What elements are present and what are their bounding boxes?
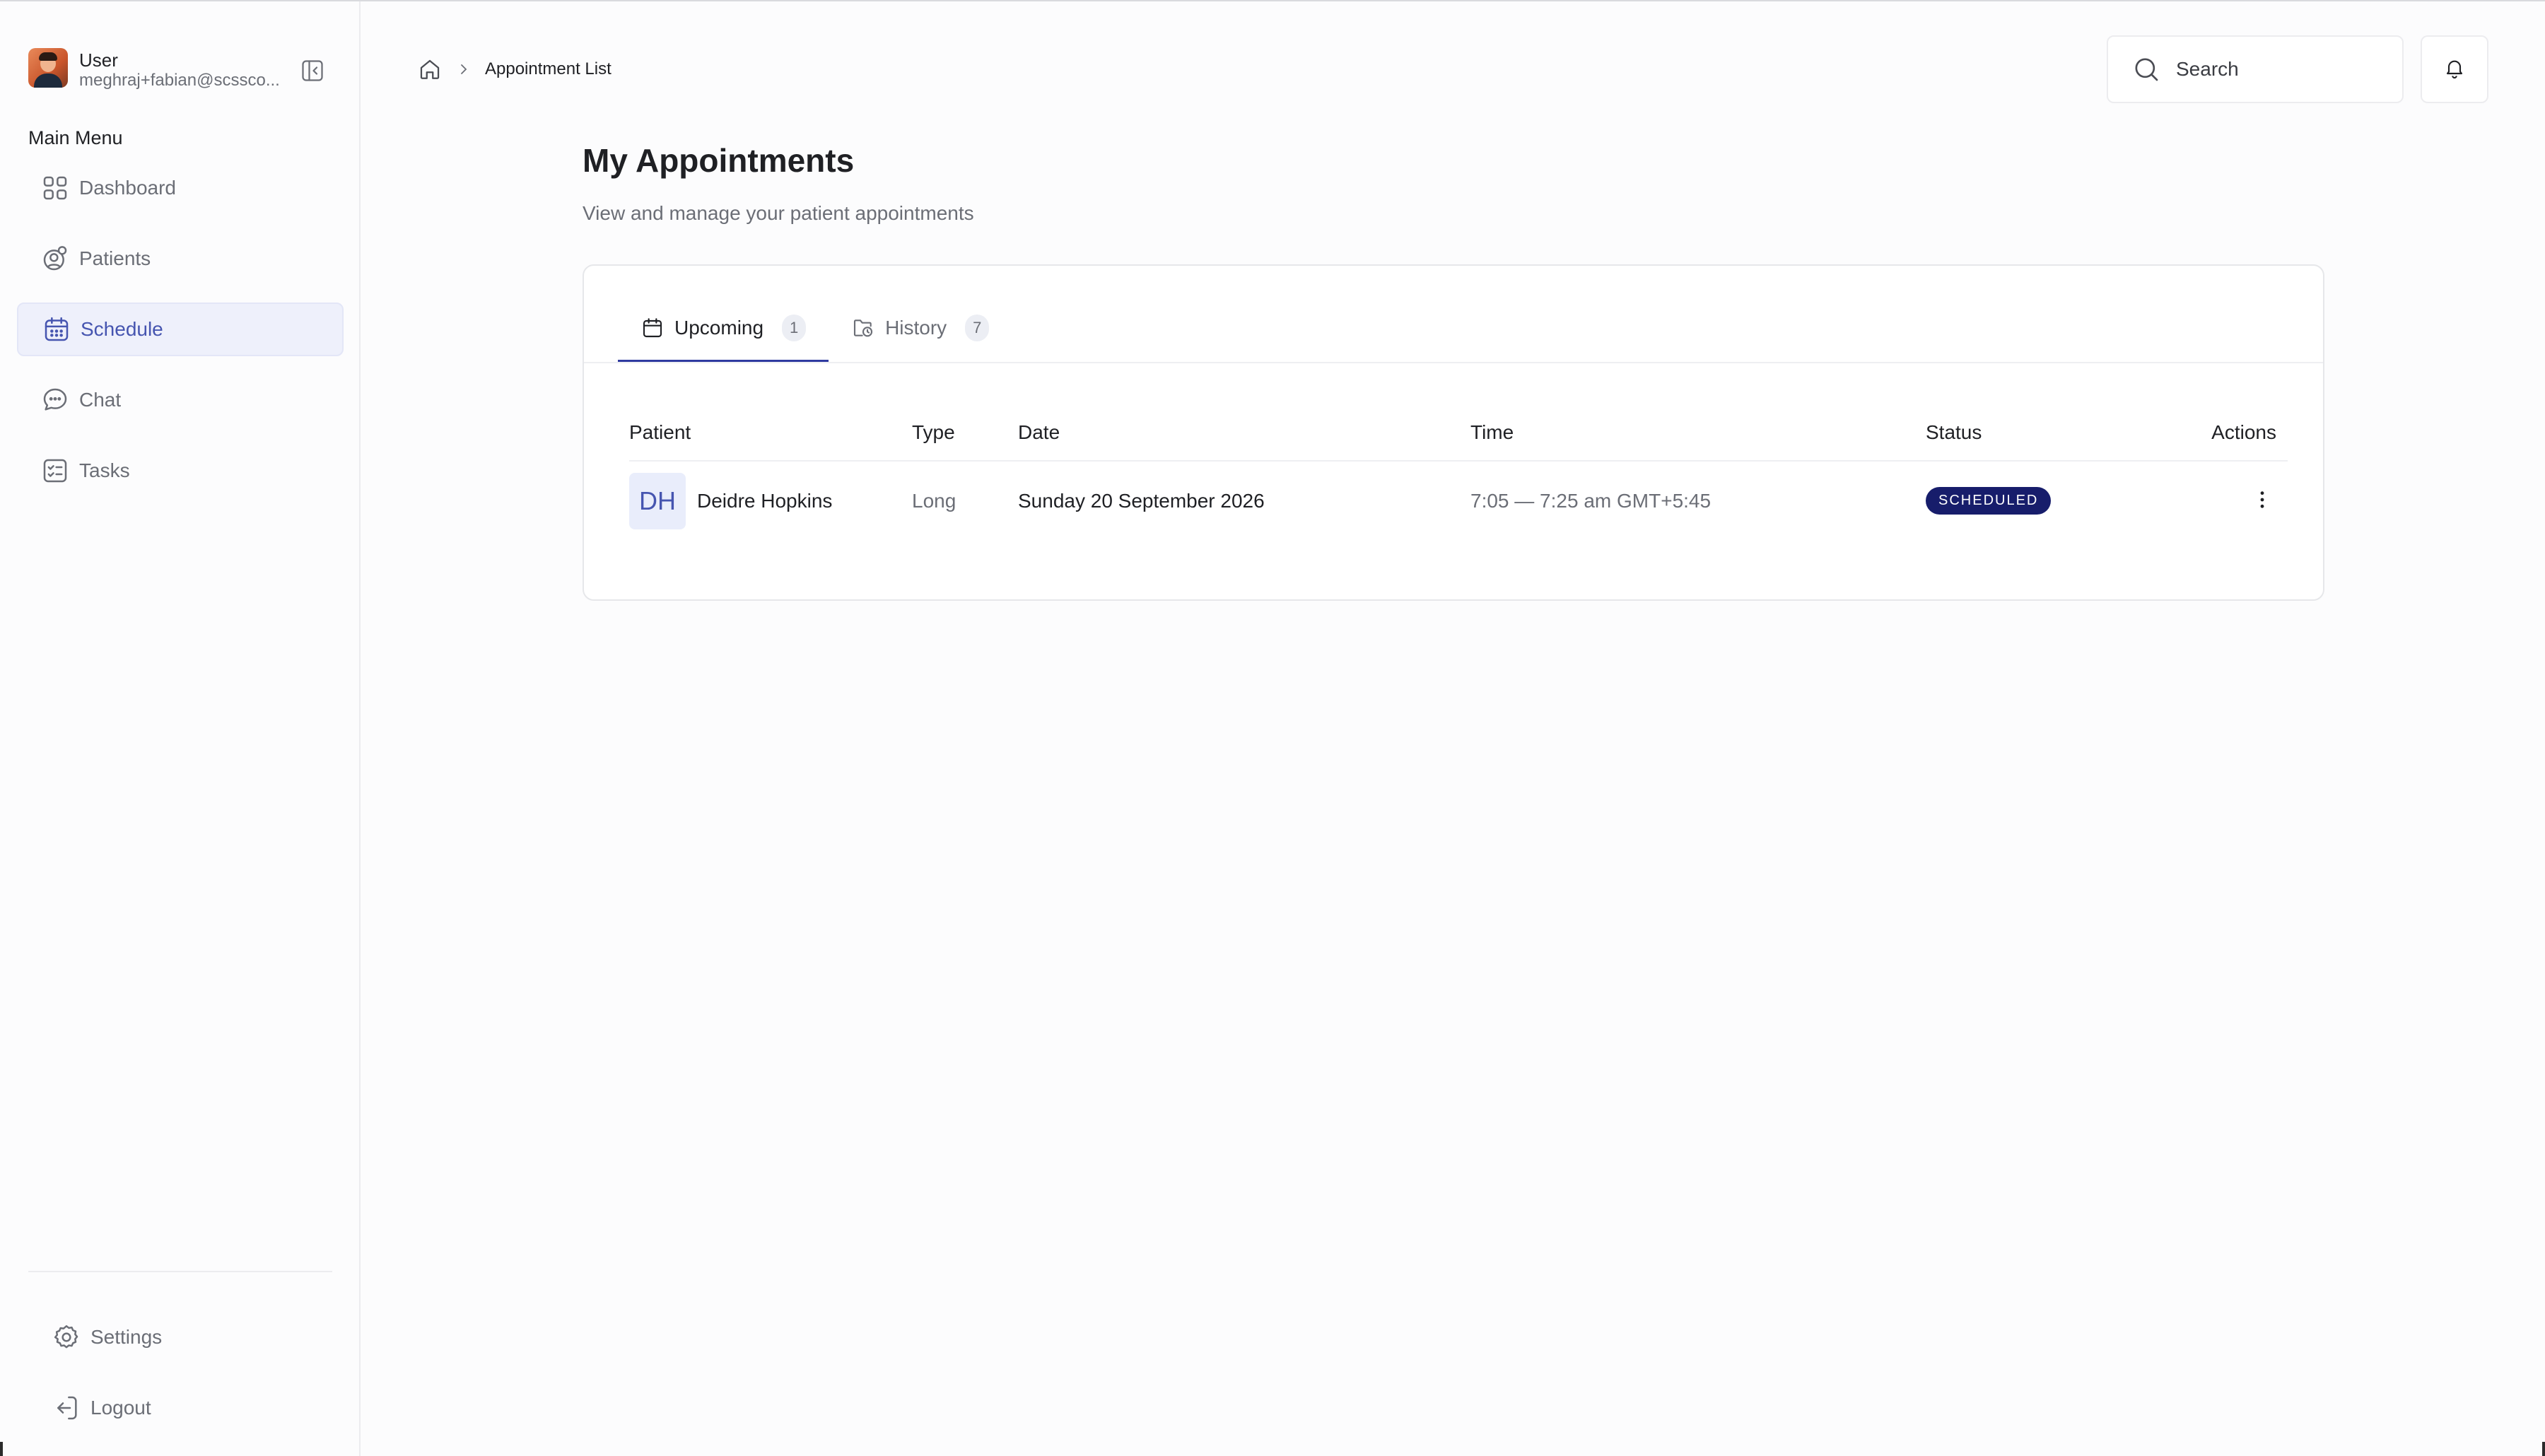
- sidebar-item-tasks[interactable]: Tasks: [17, 444, 344, 498]
- tab-label: Upcoming: [674, 317, 764, 339]
- user-name: User: [79, 49, 118, 71]
- patients-icon: [41, 245, 69, 273]
- column-header-date[interactable]: Date: [1018, 404, 1470, 462]
- bottom-nav: Settings Logout: [28, 1310, 332, 1452]
- table-row[interactable]: DH Deidre Hopkins Long Sunday 20 Septemb…: [629, 461, 2288, 540]
- calendar-icon: [640, 316, 665, 340]
- home-icon[interactable]: [417, 57, 443, 82]
- page-subtitle: View and manage your patient appointment…: [583, 202, 974, 224]
- main-menu-heading: Main Menu: [28, 127, 123, 148]
- tab-history[interactable]: History 7: [829, 294, 1012, 362]
- sidebar-item-label: Schedule: [81, 318, 163, 340]
- user-email: meghraj+fabian@scssco...: [79, 71, 280, 90]
- user-profile[interactable]: User meghraj+fabian@scssco...: [28, 48, 332, 90]
- sidebar-item-label: Dashboard: [79, 177, 176, 199]
- tab-upcoming[interactable]: Upcoming 1: [618, 294, 829, 362]
- sidebar-item-label: Chat: [79, 389, 122, 411]
- tab-label: History: [885, 317, 947, 339]
- chevron-right-icon: [451, 57, 476, 82]
- folder-clock-icon: [851, 316, 875, 340]
- breadcrumb: Appointment List: [417, 55, 612, 83]
- calendar-icon: [42, 315, 71, 344]
- appointments-card: Upcoming 1 History 7 Patient Type Date T…: [583, 264, 2324, 601]
- sidebar-item-patients[interactable]: Patients: [17, 232, 344, 286]
- avatar: [28, 48, 68, 88]
- search-input[interactable]: [2176, 58, 2388, 81]
- window-corner-mark: [0, 1442, 3, 1456]
- appointments-table: Patient Type Date Time Status Actions DH…: [629, 404, 2288, 540]
- window-top-border: [0, 0, 2545, 1]
- appointment-type: Long: [912, 489, 956, 512]
- column-header-type[interactable]: Type: [912, 404, 1018, 462]
- sidebar-item-label: Tasks: [79, 459, 130, 481]
- bell-icon: [2443, 57, 2466, 83]
- appointment-date: Sunday 20 September 2026: [1018, 489, 1265, 512]
- logout-button[interactable]: Logout: [28, 1381, 332, 1435]
- sidebar-item-chat[interactable]: Chat: [17, 373, 344, 427]
- logout-icon: [52, 1394, 81, 1422]
- tab-divider: [584, 362, 2323, 363]
- tab-count-badge: 7: [965, 315, 990, 341]
- column-header-time[interactable]: Time: [1470, 404, 1926, 462]
- page-title: My Appointments: [583, 142, 855, 179]
- search-box[interactable]: [2107, 35, 2404, 103]
- window-corner-mark: [2542, 1442, 2545, 1456]
- tab-count-badge: 1: [782, 315, 807, 341]
- logout-label: Logout: [90, 1397, 151, 1419]
- appointment-tabs: Upcoming 1 History 7: [618, 294, 1012, 362]
- sidebar-item-label: Patients: [79, 247, 151, 269]
- column-header-patient[interactable]: Patient: [629, 404, 912, 462]
- sidebar-divider: [28, 1271, 332, 1272]
- sidebar: User meghraj+fabian@scssco... Main Menu …: [0, 1, 361, 1456]
- patient-initials-avatar: DH: [629, 472, 686, 529]
- appointment-time: 7:05 — 7:25 am GMT+5:45: [1470, 489, 1712, 512]
- column-header-status[interactable]: Status: [1926, 404, 2173, 462]
- settings-button[interactable]: Settings: [28, 1310, 332, 1364]
- grid-icon: [41, 174, 69, 202]
- gear-icon: [52, 1323, 81, 1351]
- chat-icon: [41, 386, 69, 414]
- search-icon: [2131, 54, 2162, 85]
- notifications-button[interactable]: [2421, 35, 2488, 103]
- tasks-icon: [41, 457, 69, 485]
- more-actions-icon[interactable]: [2248, 486, 2276, 514]
- sidebar-item-schedule[interactable]: Schedule: [17, 303, 344, 356]
- table-header-row: Patient Type Date Time Status Actions: [629, 404, 2288, 462]
- settings-label: Settings: [90, 1326, 163, 1348]
- sidebar-collapse-icon[interactable]: [300, 58, 325, 83]
- main-nav: Dashboard Patients Schedule Chat Tasks: [17, 161, 344, 515]
- sidebar-item-dashboard[interactable]: Dashboard: [17, 161, 344, 215]
- column-header-actions: Actions: [2173, 404, 2288, 462]
- patient-name[interactable]: Deidre Hopkins: [697, 490, 832, 512]
- breadcrumb-current[interactable]: Appointment List: [485, 59, 612, 79]
- status-badge: SCHEDULED: [1926, 487, 2052, 515]
